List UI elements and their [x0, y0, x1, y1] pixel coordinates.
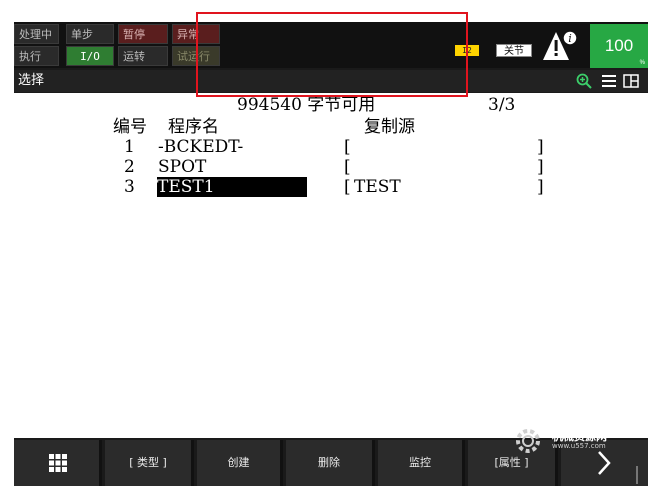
row-source-open: [ [344, 137, 351, 157]
menu-list-icon[interactable] [601, 73, 617, 89]
main-menu-button[interactable] [14, 440, 102, 486]
row-source-open: [ [344, 157, 351, 177]
speed-override[interactable]: 100 % [590, 24, 648, 68]
svg-text:i: i [568, 32, 572, 45]
row-source-close: ] [537, 157, 544, 177]
screen-title-bar: 选择 [14, 70, 648, 92]
chevron-right-icon [598, 451, 611, 475]
row-source-open: [ [344, 177, 351, 197]
status-io: I/O [66, 46, 114, 66]
row-program-name: SPOT [158, 157, 207, 177]
edge-mark [636, 466, 638, 484]
status-run: 执行 [14, 46, 59, 66]
column-header-name: 程序名 [168, 117, 219, 137]
status-prod: 运转 [118, 46, 168, 66]
row-number: 2 [124, 157, 135, 177]
row-copy-source: TEST [354, 177, 401, 197]
row-number: 1 [124, 137, 135, 157]
column-header-number: 编号 [113, 117, 147, 137]
row-number: 3 [124, 177, 135, 197]
free-memory-text: 994540 字节可用 [237, 95, 376, 115]
group-badge: I2 [455, 45, 479, 56]
split-window-icon[interactable] [623, 73, 639, 89]
row-source-close: ] [537, 177, 544, 197]
column-header-copy-source: 复制源 [364, 117, 415, 137]
status-hold: 暂停 [118, 24, 168, 44]
alarm-info-icon[interactable]: i [542, 28, 578, 64]
override-unit: % [639, 60, 645, 66]
status-bar: 处理中 单步 暂停 异常 执行 I/O 运转 试运行 I2 关节 i 100 % [14, 22, 648, 68]
status-tstmo: 试运行 [172, 46, 220, 66]
f2-create-button[interactable]: 创建 [197, 440, 283, 486]
next-page-button[interactable] [561, 440, 648, 486]
f3-delete-button[interactable]: 删除 [286, 440, 375, 486]
coord-system-badge[interactable]: 关节 [496, 44, 532, 57]
status-fault: 异常 [172, 24, 220, 44]
row-program-name: -BCKEDT- [158, 137, 244, 157]
status-step: 单步 [66, 24, 114, 44]
status-busy: 处理中 [14, 24, 59, 44]
grid-icon [49, 454, 67, 472]
row-program-name-highlighted: TEST1 [157, 177, 307, 197]
zoom-in-icon[interactable] [576, 73, 592, 89]
function-key-bar: [ 类型 ] 创建 删除 监控 [属性 ] [14, 440, 648, 486]
f1-type-button[interactable]: [ 类型 ] [105, 440, 194, 486]
program-select-list: 994540 字节可用 3/3 编号 程序名 复制源 1 -BCKEDT- [ … [14, 93, 648, 438]
f5-attribute-button[interactable]: [属性 ] [468, 440, 558, 486]
row-source-close: ] [537, 137, 544, 157]
override-value: 100 [604, 36, 634, 55]
program-count: 3/3 [488, 95, 516, 115]
teach-pendant-screen: 处理中 单步 暂停 异常 执行 I/O 运转 试运行 I2 关节 i 100 %… [14, 22, 648, 486]
f4-monitor-button[interactable]: 监控 [378, 440, 465, 486]
page-title: 选择 [18, 73, 45, 88]
